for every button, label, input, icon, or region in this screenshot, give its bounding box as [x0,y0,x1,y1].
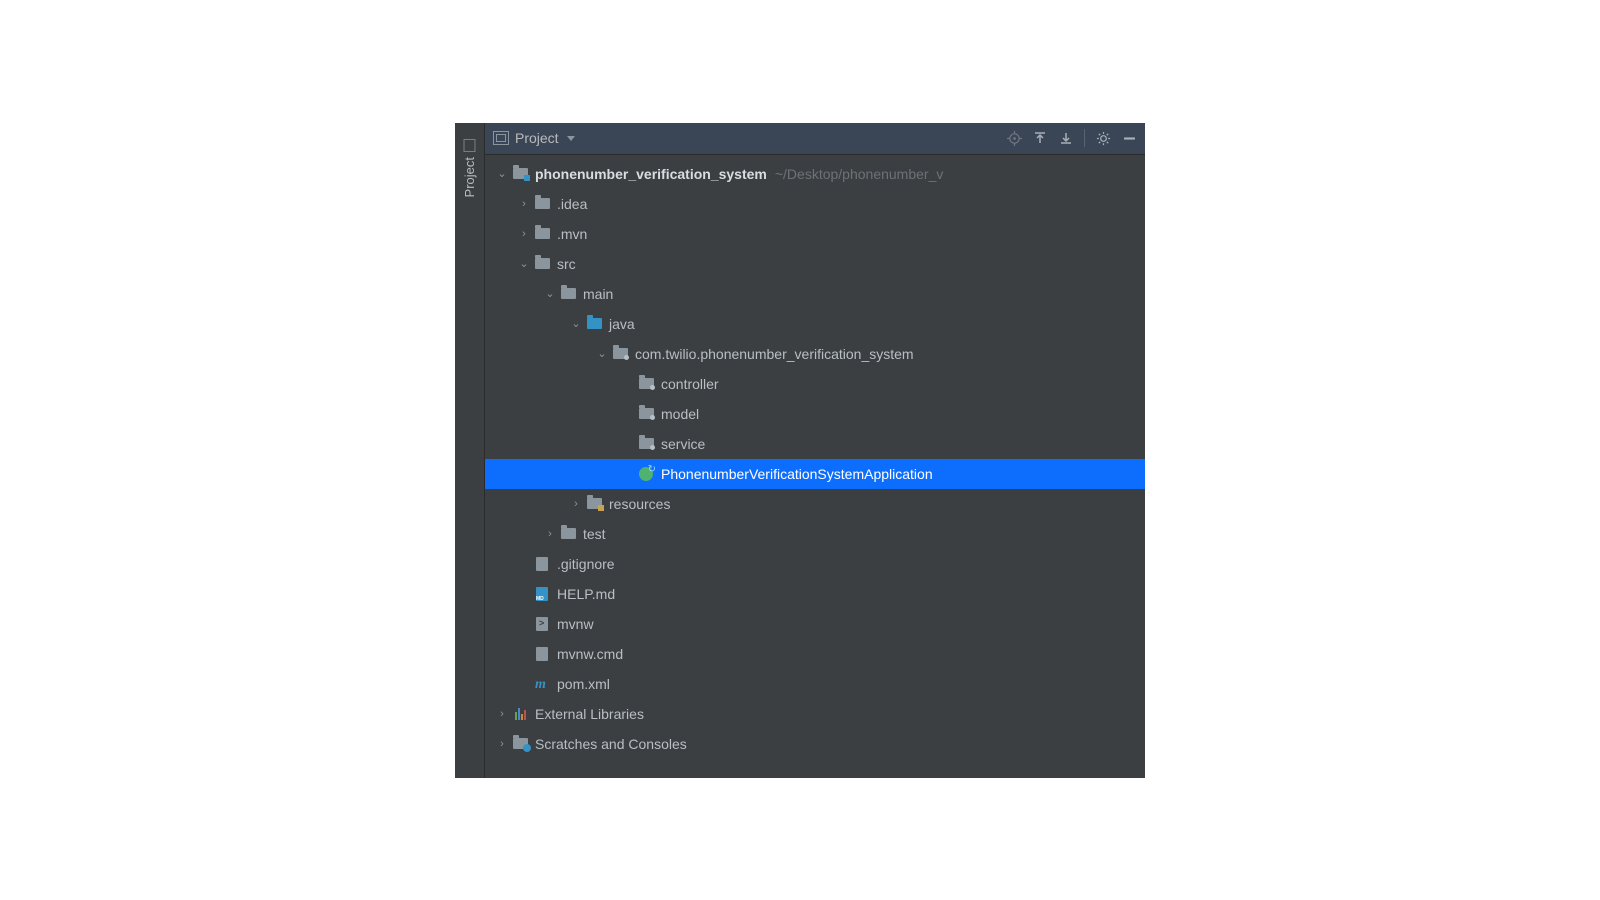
node-path-hint: ~/Desktop/phonenumber_v [775,166,944,182]
shell-file-icon [533,616,551,632]
node-label: service [661,436,705,452]
node-label: model [661,406,699,422]
folder-icon [533,196,551,212]
file-icon [533,646,551,662]
tree-node-java[interactable]: ⌄ java [485,309,1145,339]
locate-icon[interactable] [1006,130,1022,146]
source-folder-icon [585,316,603,332]
toolbar-left: Project [493,130,998,146]
node-label: resources [609,496,670,512]
chevron-down-icon[interactable]: ⌄ [543,287,557,300]
project-toolbar: Project [485,123,1145,155]
chevron-right-icon[interactable]: › [543,528,557,540]
maven-file-icon: m [533,676,551,692]
scratches-icon [511,736,529,752]
node-label: .mvn [557,226,587,242]
node-label: mvnw [557,616,594,632]
package-icon [611,346,629,362]
resources-folder-icon [585,496,603,512]
node-label: test [583,526,606,542]
tree-node-main[interactable]: ⌄ main [485,279,1145,309]
tree-node-mvnw[interactable]: › mvnw [485,609,1145,639]
tree-node-controller[interactable]: › controller [485,369,1145,399]
tree-node-scratches[interactable]: › Scratches and Consoles [485,729,1145,759]
folder-icon [533,226,551,242]
node-label: pom.xml [557,676,610,692]
left-toolwindow-stripe: Project [455,123,485,778]
libraries-icon [511,706,529,722]
package-icon [637,406,655,422]
tree-node-app-class[interactable]: › PhonenumberVerificationSystemApplicati… [485,459,1145,489]
file-icon [533,556,551,572]
project-view-icon [493,131,509,145]
toolbar-title: Project [515,130,559,146]
node-label: controller [661,376,719,392]
chevron-right-icon[interactable]: › [569,498,583,510]
chevron-down-icon[interactable]: ⌄ [569,317,583,330]
chevron-right-icon[interactable]: › [495,708,509,720]
markdown-file-icon [533,586,551,602]
tree-node-package[interactable]: ⌄ com.twilio.phonenumber_verification_sy… [485,339,1145,369]
node-label: Scratches and Consoles [535,736,687,752]
node-label: src [557,256,576,272]
tree-node-model[interactable]: › model [485,399,1145,429]
gear-icon[interactable] [1095,130,1111,146]
toolbar-separator [1084,129,1085,147]
tree-node-idea[interactable]: › .idea [485,189,1145,219]
node-label: External Libraries [535,706,644,722]
spring-class-icon [637,466,655,482]
hide-icon[interactable] [1121,130,1137,146]
tree-node-resources[interactable]: › resources [485,489,1145,519]
node-label: .idea [557,196,587,212]
chevron-right-icon[interactable]: › [495,738,509,750]
node-label: java [609,316,635,332]
node-label: HELP.md [557,586,615,602]
node-label: PhonenumberVerificationSystemApplication [661,466,933,482]
project-tab-vertical[interactable]: Project [462,135,477,201]
folder-icon [559,286,577,302]
tree-node-mvn[interactable]: › .mvn [485,219,1145,249]
collapse-all-icon[interactable] [1058,130,1074,146]
chevron-down-icon[interactable]: ⌄ [495,167,509,180]
view-dropdown-arrow[interactable] [567,136,575,141]
folder-icon [559,526,577,542]
node-label: .gitignore [557,556,615,572]
main-panel: Project [485,123,1145,778]
tree-node-src[interactable]: ⌄ src [485,249,1145,279]
tree-node-helpmd[interactable]: › HELP.md [485,579,1145,609]
tree-node-external-libraries[interactable]: › External Libraries [485,699,1145,729]
package-icon [637,436,655,452]
node-label: main [583,286,613,302]
tree-node-test[interactable]: › test [485,519,1145,549]
module-folder-icon [511,166,529,182]
chevron-down-icon[interactable]: ⌄ [595,347,609,360]
tree-node-gitignore[interactable]: › .gitignore [485,549,1145,579]
tree-node-mvnwcmd[interactable]: › mvnw.cmd [485,639,1145,669]
toolbar-right [1006,129,1137,147]
expand-all-icon[interactable] [1032,130,1048,146]
folder-icon [533,256,551,272]
tab-label: Project [462,157,477,197]
chevron-right-icon[interactable]: › [517,198,531,210]
chevron-right-icon[interactable]: › [517,228,531,240]
node-label: mvnw.cmd [557,646,623,662]
chevron-down-icon[interactable]: ⌄ [517,257,531,270]
project-tool-window: Project Project [455,123,1145,778]
node-label: phonenumber_verification_system [535,166,767,182]
tree-node-pomxml[interactable]: › m pom.xml [485,669,1145,699]
project-tree[interactable]: ⌄ phonenumber_verification_system ~/Desk… [485,155,1145,778]
tree-node-root[interactable]: ⌄ phonenumber_verification_system ~/Desk… [485,159,1145,189]
package-icon [637,376,655,392]
folder-icon [464,138,476,151]
tree-node-service[interactable]: › service [485,429,1145,459]
node-label: com.twilio.phonenumber_verification_syst… [635,346,914,362]
